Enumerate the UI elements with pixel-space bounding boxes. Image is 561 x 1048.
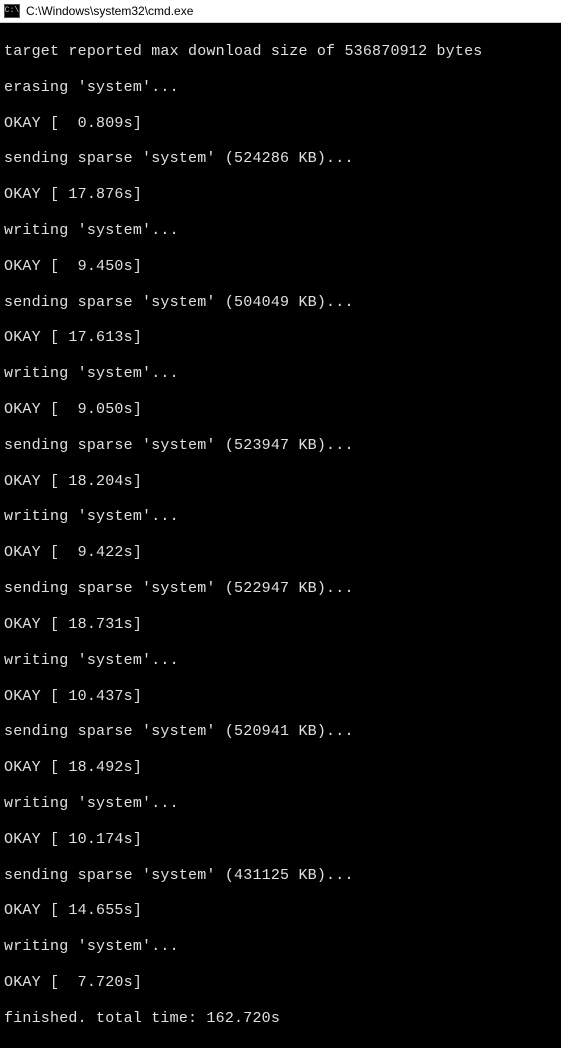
terminal-line: writing 'system'... [4,365,557,383]
terminal-line: OKAY [ 7.720s] [4,974,557,992]
terminal-line: erasing 'system'... [4,79,557,97]
cmd-icon-label: C:\ [5,7,19,15]
terminal-line: OKAY [ 14.655s] [4,902,557,920]
terminal-line: sending sparse 'system' (431125 KB)... [4,867,557,885]
terminal-line: sending sparse 'system' (522947 KB)... [4,580,557,598]
cmd-icon: C:\ [4,4,20,18]
terminal-line: writing 'system'... [4,795,557,813]
terminal-line: OKAY [ 18.492s] [4,759,557,777]
terminal-line: writing 'system'... [4,652,557,670]
terminal-line: OKAY [ 17.613s] [4,329,557,347]
terminal-line: OKAY [ 10.174s] [4,831,557,849]
window-titlebar[interactable]: C:\ C:\Windows\system32\cmd.exe [0,0,561,23]
terminal-line: sending sparse 'system' (524286 KB)... [4,150,557,168]
terminal-line: writing 'system'... [4,222,557,240]
terminal-line: finished. total time: 162.720s [4,1010,557,1028]
window-title: C:\Windows\system32\cmd.exe [26,4,193,18]
terminal-line: writing 'system'... [4,938,557,956]
terminal-line: OKAY [ 18.731s] [4,616,557,634]
terminal-line: sending sparse 'system' (520941 KB)... [4,723,557,741]
terminal-line: OKAY [ 18.204s] [4,473,557,491]
terminal-line: OKAY [ 10.437s] [4,688,557,706]
terminal-line: OKAY [ 17.876s] [4,186,557,204]
terminal-line: writing 'system'... [4,508,557,526]
terminal-line: sending sparse 'system' (523947 KB)... [4,437,557,455]
terminal-output: target reported max download size of 536… [0,23,561,1048]
terminal-line: OKAY [ 9.450s] [4,258,557,276]
terminal-line: OKAY [ 9.050s] [4,401,557,419]
terminal-line: OKAY [ 0.809s] [4,115,557,133]
terminal-line: target reported max download size of 536… [4,43,557,61]
terminal-line: sending sparse 'system' (504049 KB)... [4,294,557,312]
